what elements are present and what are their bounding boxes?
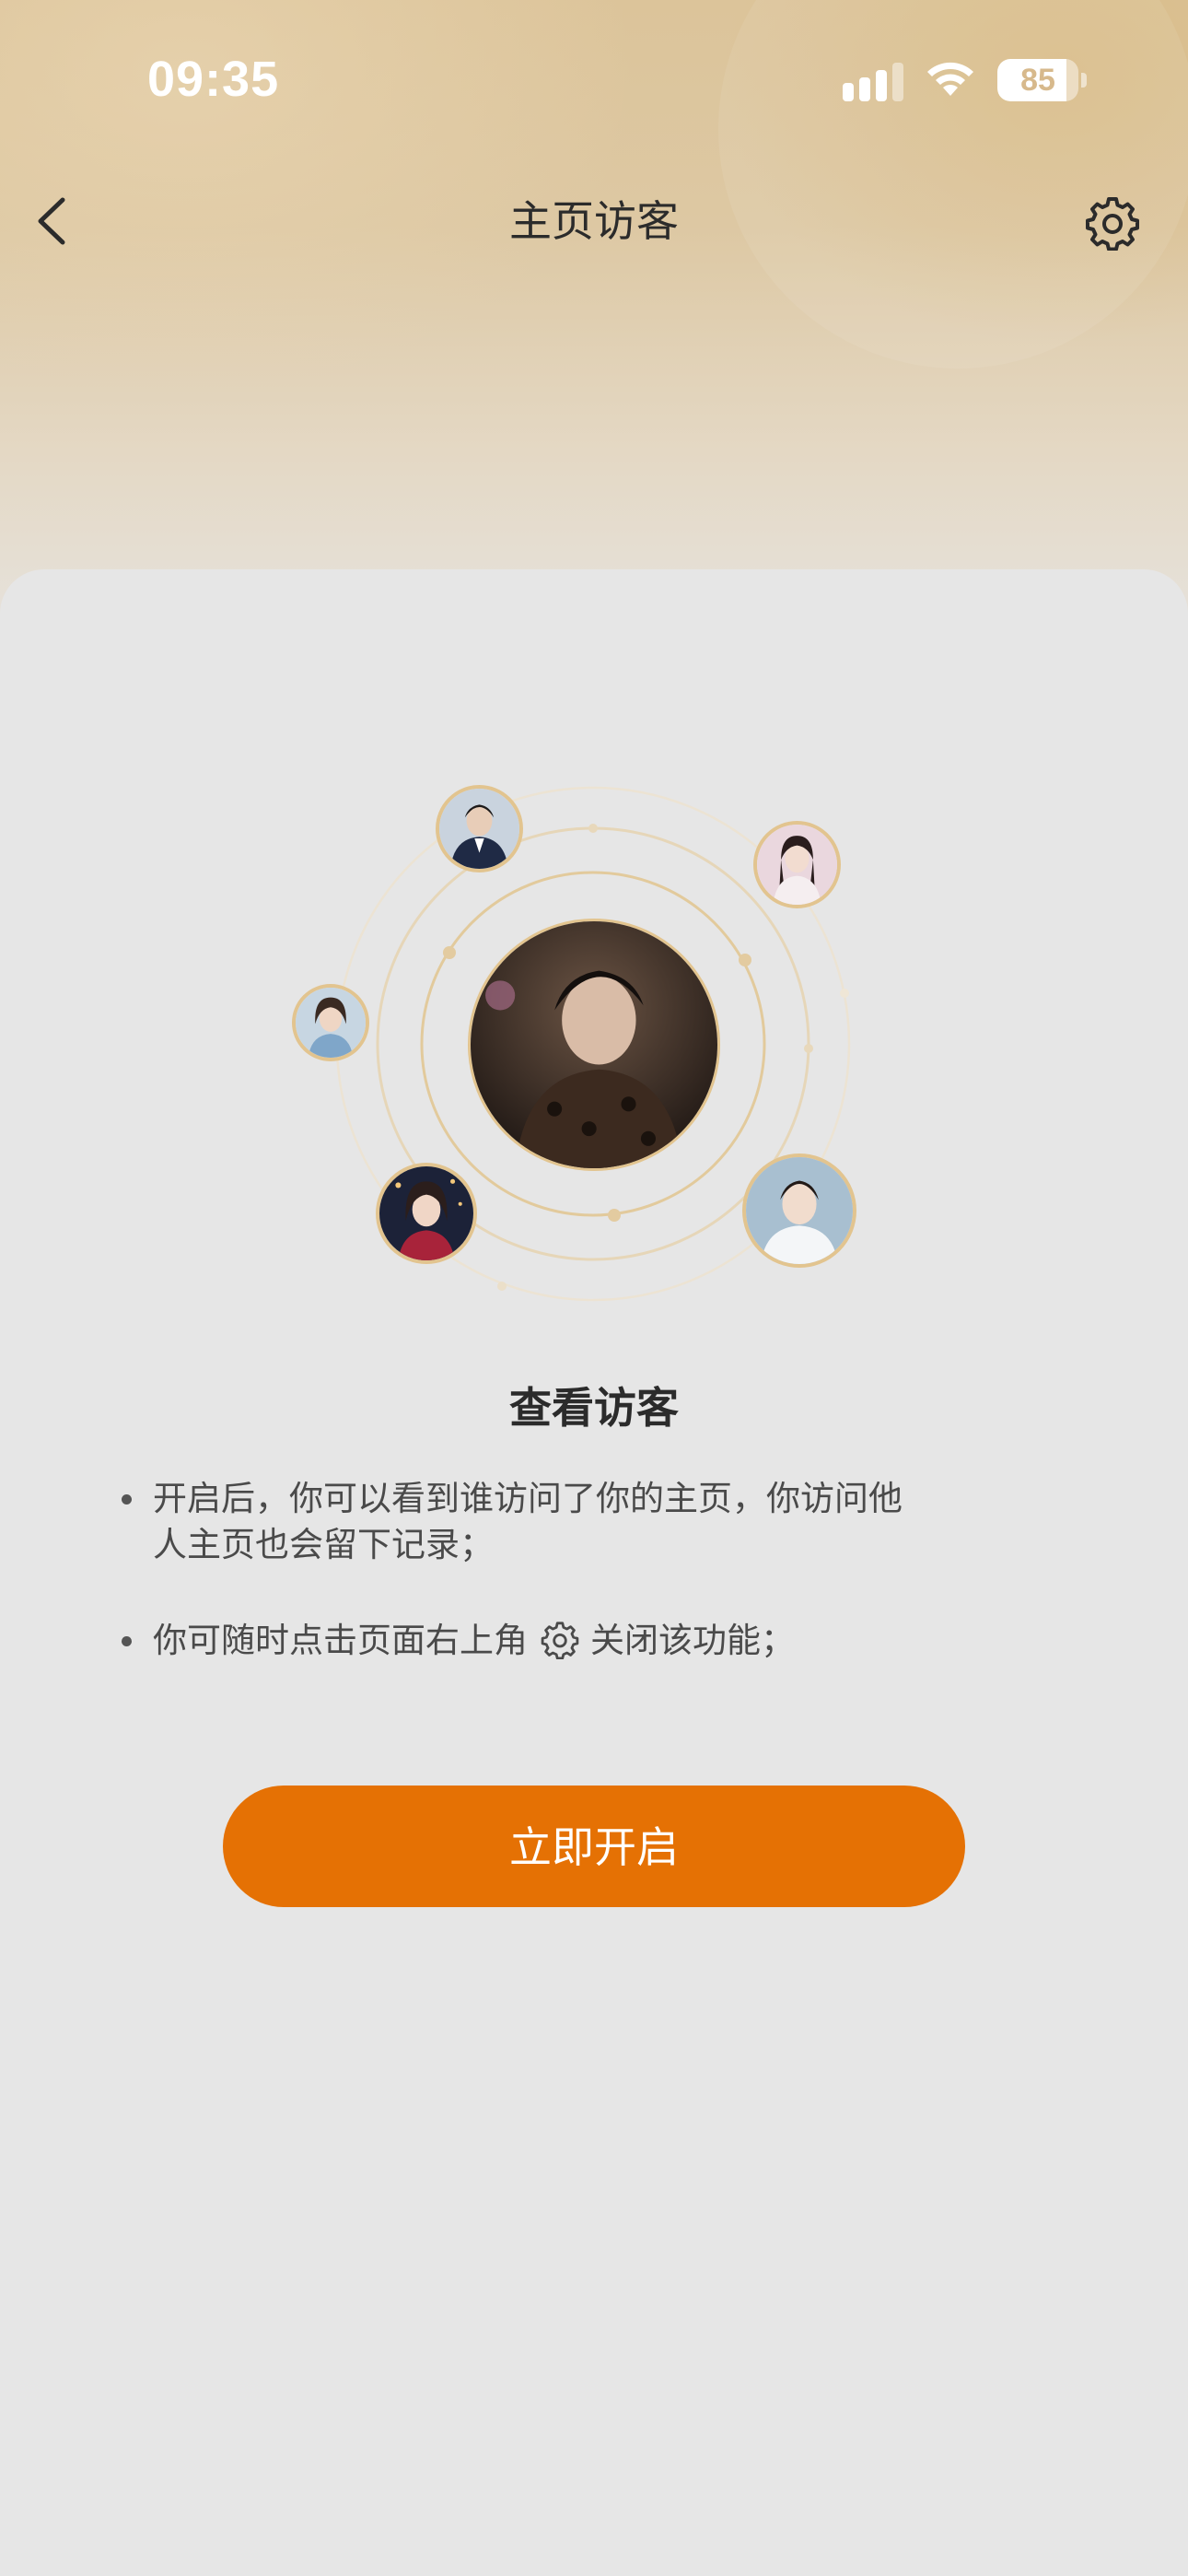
avatar-visitor-2	[753, 821, 841, 908]
gear-icon	[1086, 197, 1139, 251]
avatar-visitor-3	[292, 984, 369, 1061]
tip-text: 开启后，你可以看到谁访问了你的主页，你访问他人主页也会留下记录；	[153, 1479, 903, 1564]
cellular-signal-icon	[843, 63, 903, 101]
page-title: 主页访客	[509, 196, 679, 246]
tip-text-after: 关闭该功能；	[590, 1621, 795, 1660]
bullet-dot	[122, 1636, 132, 1646]
status-bar: 09:35 85	[0, 0, 1188, 161]
status-time: 09:35	[147, 52, 280, 107]
visitor-orbit-illustration	[276, 765, 921, 1336]
tip-text-before: 你可随时点击页面右上角	[153, 1621, 528, 1660]
feature-title: 查看访客	[509, 1383, 679, 1433]
bullet-dot	[122, 1494, 132, 1505]
enable-now-button[interactable]: 立即开启	[223, 1786, 965, 1907]
tip-item: 开启后，你可以看到谁访问了你的主页，你访问他人主页也会留下记录；	[122, 1476, 914, 1568]
battery-level: 85	[1020, 63, 1055, 98]
avatar-visitor-5	[742, 1153, 856, 1268]
avatar-main-user	[468, 919, 720, 1171]
gear-icon	[541, 1621, 579, 1659]
avatar-visitor-4	[376, 1163, 477, 1264]
tip-item: 你可随时点击页面右上角 关闭该功能；	[122, 1618, 914, 1664]
avatar-visitor-1	[436, 785, 523, 872]
wifi-icon	[927, 62, 973, 96]
settings-button[interactable]	[1085, 195, 1140, 251]
battery-icon: 85	[997, 59, 1087, 101]
feature-tips-list: 开启后，你可以看到谁访问了你的主页，你访问他人主页也会留下记录； 你可随时点击页…	[122, 1476, 914, 1714]
